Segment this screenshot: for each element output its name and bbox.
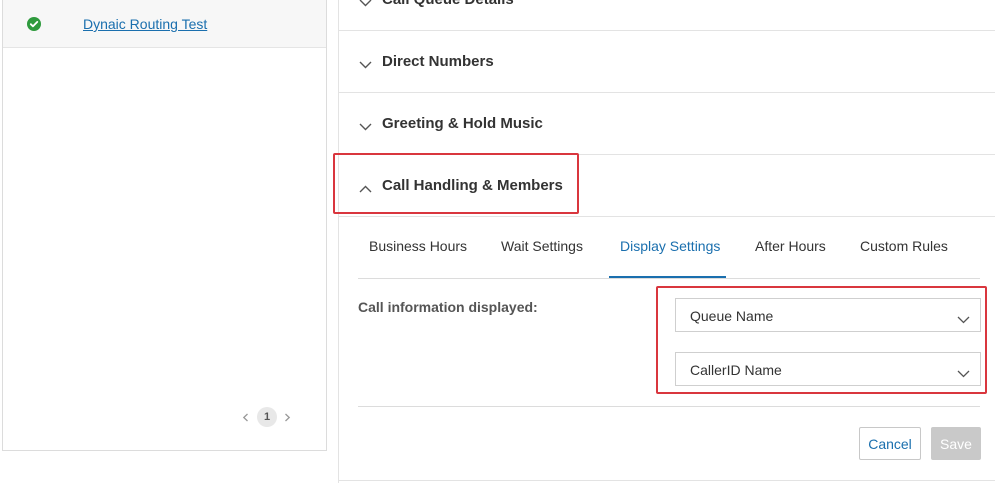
accordion-direct-numbers[interactable]: Direct Numbers: [339, 31, 995, 93]
accordion-greeting-hold-music[interactable]: Greeting & Hold Music: [339, 93, 995, 155]
divider: [358, 406, 980, 407]
select-value: CallerID Name: [690, 362, 782, 378]
queue-link[interactable]: Dynaic Routing Test: [83, 16, 207, 32]
chevron-down-icon: [957, 311, 970, 329]
divider: [339, 480, 995, 481]
accordion-call-handling-members[interactable]: Call Handling & Members: [339, 155, 995, 217]
chevron-down-icon: [359, 118, 372, 136]
select-value: Queue Name: [690, 308, 774, 324]
tab-business-hours[interactable]: Business Hours: [369, 238, 467, 254]
call-info-label: Call information displayed:: [358, 299, 538, 315]
accordion-label: Greeting & Hold Music: [382, 115, 543, 132]
chevron-left-icon[interactable]: [241, 407, 251, 427]
call-info-select-2[interactable]: CallerID Name: [675, 352, 981, 386]
call-info-select-1[interactable]: Queue Name: [675, 298, 981, 332]
list-item[interactable]: Dynaic Routing Test: [3, 0, 326, 48]
tab-wait-settings[interactable]: Wait Settings: [501, 238, 583, 254]
tab-display-settings[interactable]: Display Settings: [620, 238, 720, 254]
accordion-call-queue-details[interactable]: Call Queue Details: [339, 0, 995, 31]
chevron-down-icon: [359, 56, 372, 74]
accordion-label: Direct Numbers: [382, 53, 494, 70]
chevron-right-icon[interactable]: [283, 407, 293, 427]
tab-custom-rules[interactable]: Custom Rules: [860, 238, 948, 254]
queue-list-panel: Dynaic Routing Test 1: [2, 0, 327, 451]
check-circle-icon: [27, 17, 41, 31]
chevron-down-icon: [957, 365, 970, 383]
pagination: 1: [241, 407, 293, 427]
accordion-label: Call Queue Details: [382, 0, 514, 8]
cancel-button[interactable]: Cancel: [859, 427, 921, 460]
active-tab-indicator: [609, 276, 726, 278]
page-number[interactable]: 1: [257, 407, 277, 427]
tab-after-hours[interactable]: After Hours: [755, 238, 826, 254]
accordion-label: Call Handling & Members: [382, 177, 563, 194]
app-root: Dynaic Routing Test 1 Call Queue Details…: [0, 0, 995, 483]
settings-tabs: Business Hours Wait Settings Display Set…: [358, 217, 980, 279]
queue-settings-panel: Call Queue Details Direct Numbers Greeti…: [338, 0, 995, 483]
save-button[interactable]: Save: [931, 427, 981, 460]
chevron-down-icon: [359, 0, 372, 12]
chevron-up-icon: [359, 180, 372, 198]
